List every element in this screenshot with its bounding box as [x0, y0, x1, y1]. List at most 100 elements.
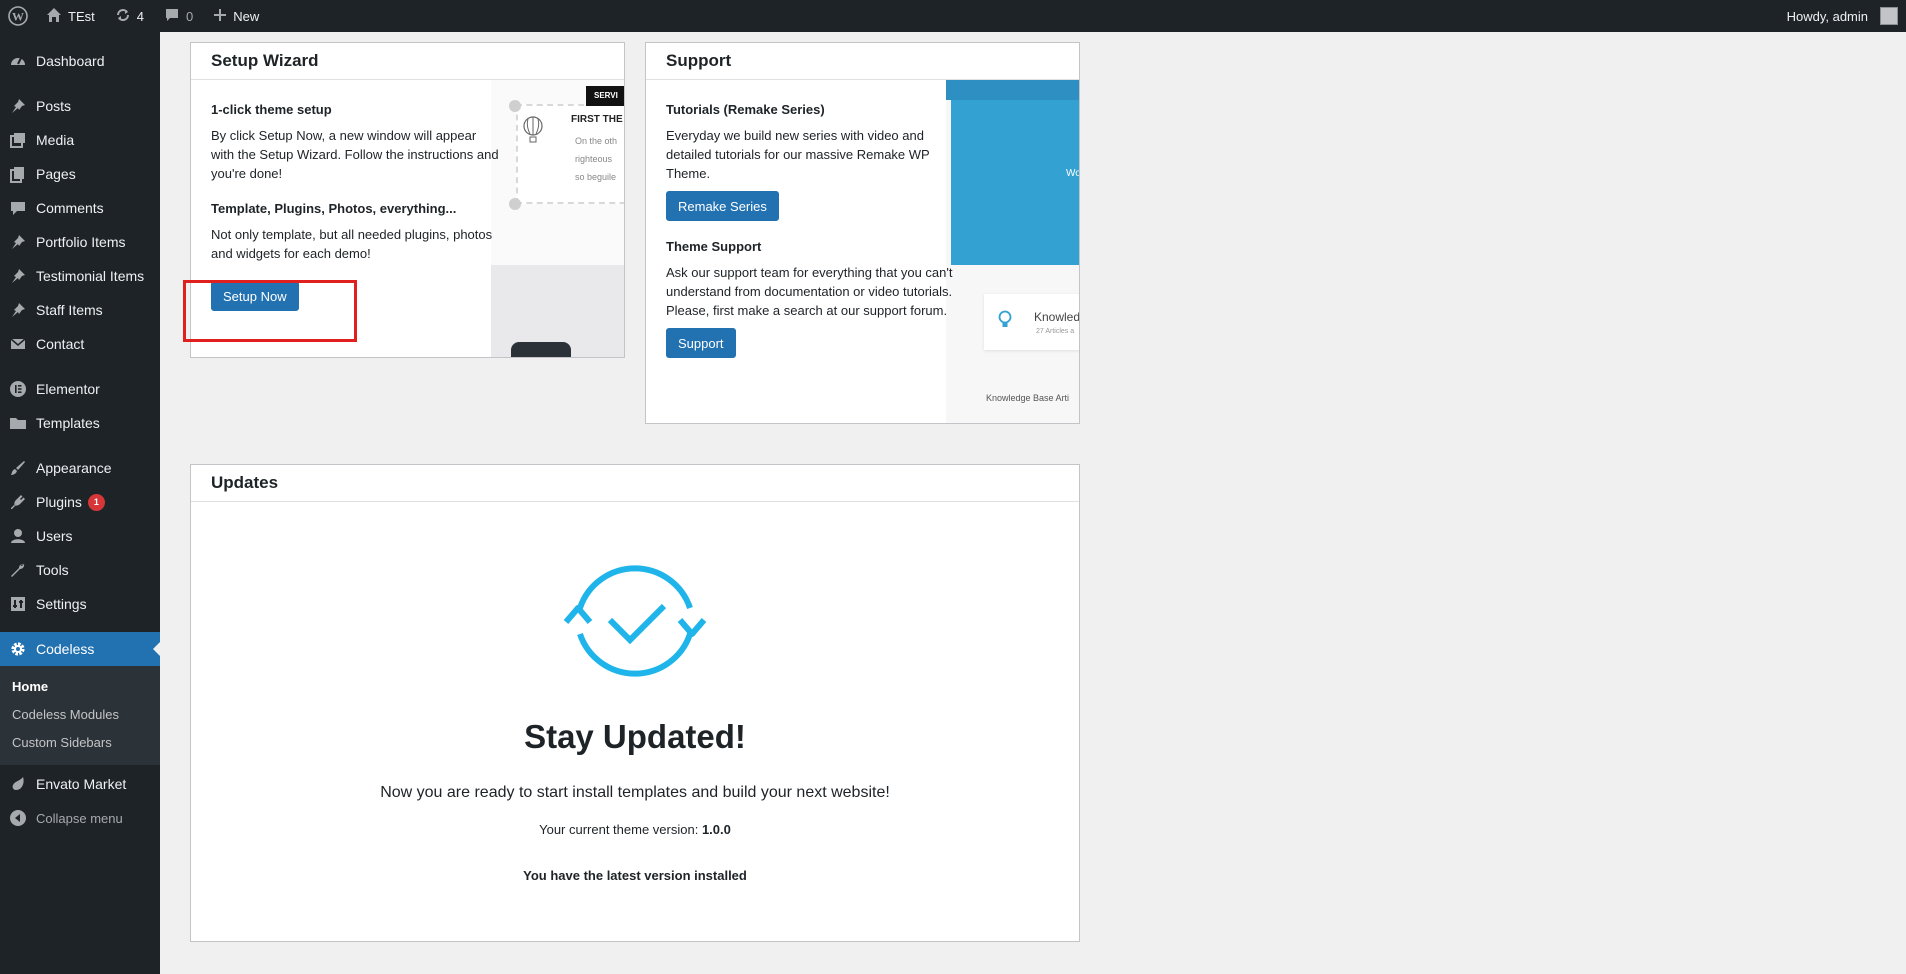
support-title: Support — [646, 43, 1079, 80]
comments-count: 0 — [185, 8, 194, 24]
sidebar-item-label: Appearance — [36, 460, 112, 476]
sidebar-item-contact[interactable]: Contact — [0, 327, 160, 361]
new-content-link[interactable]: New — [203, 0, 269, 32]
sidebar-item-appearance[interactable]: Appearance — [0, 451, 160, 485]
sidebar-item-label: Tools — [36, 562, 69, 578]
comment-icon — [8, 198, 28, 218]
sidebar-item-label: Elementor — [36, 381, 100, 397]
updates-panel: Updates Stay Updated! Now you are ready … — [190, 464, 1080, 942]
tutorials-heading: Tutorials (Remake Series) — [666, 102, 825, 117]
sidebar-item-posts[interactable]: Posts — [0, 89, 160, 123]
pages-icon — [8, 164, 28, 184]
sidebar-item-elementor[interactable]: Elementor — [0, 372, 160, 406]
support-button[interactable]: Support — [666, 328, 736, 358]
pin-icon — [8, 266, 28, 286]
pin-icon — [8, 96, 28, 116]
setup-subheading: Template, Plugins, Photos, everything... — [211, 201, 457, 216]
leaf-icon — [8, 774, 28, 794]
sidebar-item-templates[interactable]: Templates — [0, 406, 160, 440]
illustration-line: so beguile — [575, 172, 617, 182]
updates-title: Updates — [191, 465, 1079, 502]
user-icon — [8, 526, 28, 546]
sidebar-item-staff-items[interactable]: Staff Items — [0, 293, 160, 327]
elementor-icon — [8, 379, 28, 399]
update-status: You have the latest version installed — [523, 868, 747, 883]
plugins-update-badge: 1 — [87, 493, 105, 511]
sidebar-item-label: Contact — [36, 336, 85, 352]
sidebar-item-settings[interactable]: Settings — [0, 587, 160, 621]
sidebar-item-codeless[interactable]: Codeless — [0, 632, 161, 666]
settings-icon — [8, 594, 28, 614]
updates-count: 4 — [136, 8, 144, 24]
sidebar-item-dashboard[interactable]: Dashboard — [0, 44, 160, 78]
sidebar-item-users[interactable]: Users — [0, 519, 160, 553]
submenu-item-custom-sidebars[interactable]: Custom Sidebars — [0, 729, 160, 757]
sidebar-item-label: Envato Market — [36, 776, 127, 792]
submenu-item-home[interactable]: Home — [0, 673, 160, 701]
comment-icon — [164, 7, 180, 26]
support-text: Tutorials (Remake Series) Everyday we bu… — [666, 102, 956, 358]
site-name: TEst — [68, 8, 95, 24]
remake-series-button[interactable]: Remake Series — [666, 191, 779, 221]
collapse-menu-button[interactable]: Collapse menu — [0, 801, 160, 835]
sidebar-item-envato-market[interactable]: Envato Market — [0, 767, 160, 801]
sidebar-item-label: Staff Items — [36, 302, 103, 318]
kb-footer: Knowledge Base Arti — [986, 393, 1070, 403]
sync-check-icon — [191, 558, 1079, 689]
comments-link[interactable]: 0 — [154, 0, 203, 32]
plug-icon — [8, 492, 28, 512]
setup-wizard-title: Setup Wizard — [191, 43, 624, 80]
setup-heading: 1-click theme setup — [211, 102, 332, 117]
sidebar-item-label: Codeless — [36, 641, 95, 657]
new-label: New — [233, 8, 260, 24]
avatar — [1880, 7, 1898, 25]
greeting: Howdy, admin — [1786, 8, 1868, 24]
sidebar-item-plugins[interactable]: Plugins 1 — [0, 485, 160, 519]
wrench-icon — [8, 560, 28, 580]
setup-wizard-illustration: SERVI FIRST THE On the oth righteous so … — [491, 80, 624, 357]
illustration-text: Wo — [1066, 168, 1080, 179]
plus-icon — [213, 8, 227, 25]
balloon-icon — [521, 116, 545, 149]
support-panel: Support Wo Knowled 27 Articles a Knowled… — [645, 42, 1080, 424]
sidebar-item-label: Plugins — [36, 494, 82, 510]
sidebar-item-label: Pages — [36, 166, 76, 182]
wordpress-logo-icon[interactable]: W — [0, 0, 36, 32]
theme-support-heading: Theme Support — [666, 239, 762, 254]
tutorials-description: Everyday we build new series with video … — [666, 128, 930, 181]
submenu-item-codeless-modules[interactable]: Codeless Modules — [0, 701, 160, 729]
sidebar-item-label: Portfolio Items — [36, 234, 126, 250]
illustration-line: righteous — [575, 154, 613, 164]
site-name-link[interactable]: TEst — [36, 0, 105, 32]
collapse-menu-label: Collapse menu — [36, 810, 123, 826]
admin-bar: W TEst 4 0 New Howdy, admin — [0, 0, 1906, 32]
home-icon — [46, 7, 62, 26]
sidebar-item-media[interactable]: Media — [0, 123, 160, 157]
sidebar-item-label: Comments — [36, 200, 104, 216]
collapse-icon — [8, 808, 28, 828]
sidebar-item-label: Testimonial Items — [36, 268, 145, 284]
illustration-line: On the oth — [575, 136, 618, 146]
refresh-icon — [115, 7, 131, 26]
pin-icon — [8, 300, 28, 320]
sidebar-item-testimonial-items[interactable]: Testimonial Items — [0, 259, 160, 293]
sidebar-item-label: Templates — [36, 415, 100, 431]
my-account-link[interactable]: Howdy, admin — [1777, 0, 1906, 32]
sidebar-item-pages[interactable]: Pages — [0, 157, 160, 191]
sidebar-item-tools[interactable]: Tools — [0, 553, 160, 587]
folder-icon — [8, 413, 28, 433]
updates-link[interactable]: 4 — [105, 0, 154, 32]
theme-support-description: Ask our support team for everything that… — [666, 265, 953, 318]
codeless-submenu: Home Codeless Modules Custom Sidebars — [0, 666, 160, 765]
knowledge-base-card: Knowled 27 Articles a — [984, 294, 1079, 350]
version-value: 1.0.0 — [701, 822, 731, 837]
sidebar-item-comments[interactable]: Comments — [0, 191, 160, 225]
pin-icon — [8, 232, 28, 252]
version-label: Your current theme version: — [539, 822, 699, 837]
sidebar-item-portfolio-items[interactable]: Portfolio Items — [0, 225, 160, 259]
setup-subdescription: Not only template, but all needed plugin… — [211, 227, 493, 261]
sidebar-item-label: Media — [36, 132, 75, 148]
dashboard-icon — [8, 51, 28, 71]
setup-description: By click Setup Now, a new window will ap… — [211, 128, 499, 181]
theme-version-line: Your current theme version: 1.0.0 — [191, 822, 1079, 837]
